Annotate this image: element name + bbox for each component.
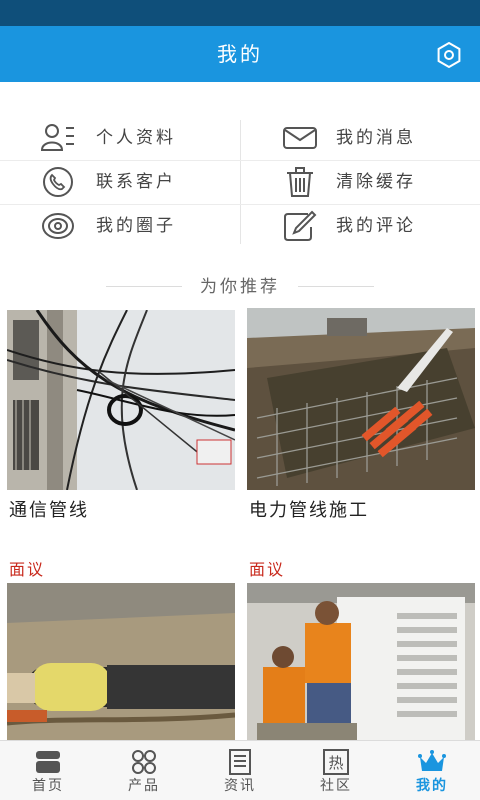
news-icon xyxy=(229,749,251,775)
product-card[interactable] xyxy=(7,583,235,740)
home-icon xyxy=(36,751,60,773)
menu-grid: 个人资料 我的消息 联系客户 清除缓存 我的圈子 我的评论 xyxy=(0,116,480,248)
product-photo xyxy=(7,583,235,740)
product-photo xyxy=(247,583,475,740)
recommend-title: 为你推荐 xyxy=(200,277,280,297)
product-price: 面议 xyxy=(9,560,46,579)
product-icon xyxy=(132,750,156,774)
tab-products[interactable]: 产品 xyxy=(96,741,192,800)
product-photo xyxy=(7,310,235,490)
tab-mine[interactable]: 我的 xyxy=(384,741,480,800)
product-name: 电力管线施工 xyxy=(249,500,369,521)
trash-icon xyxy=(287,167,313,197)
crown-icon xyxy=(418,750,446,771)
product-price: 面议 xyxy=(249,560,286,579)
tab-label: 资讯 xyxy=(224,778,256,794)
menu-item-label: 我的评论 xyxy=(336,216,416,236)
menu-item-label: 我的消息 xyxy=(336,128,416,148)
tab-community[interactable]: 热 社区 xyxy=(288,741,384,800)
settings-icon[interactable] xyxy=(436,42,462,68)
product-name: 通信管线 xyxy=(9,500,89,521)
recommend-heading: 为你推荐 xyxy=(0,272,480,302)
menu-item-clear-cache[interactable]: 清除缓存 xyxy=(240,160,480,204)
tab-label: 我的 xyxy=(416,778,448,794)
page-title: 我的 xyxy=(217,42,263,66)
tab-label: 社区 xyxy=(320,778,352,794)
profile-icon xyxy=(40,124,74,151)
menu-item-label: 我的圈子 xyxy=(96,216,176,236)
menu-item-label: 个人资料 xyxy=(96,128,176,148)
bottom-tab-bar: 首页 产品 资讯 热 社区 我的 xyxy=(0,740,480,800)
menu-item-profile[interactable]: 个人资料 xyxy=(0,116,240,160)
menu-item-my-comments[interactable]: 我的评论 xyxy=(240,204,480,248)
circle-icon xyxy=(42,213,74,239)
menu-item-label: 清除缓存 xyxy=(336,172,416,192)
title-bar: 我的 xyxy=(0,26,480,82)
divider-line xyxy=(298,286,374,287)
product-card[interactable] xyxy=(247,583,475,740)
status-bar xyxy=(0,0,480,26)
product-photo xyxy=(247,308,475,490)
product-card[interactable]: 通信管线 面议 xyxy=(7,310,235,579)
svg-text:热: 热 xyxy=(328,754,343,772)
tab-home[interactable]: 首页 xyxy=(0,741,96,800)
tab-news[interactable]: 资讯 xyxy=(192,741,288,800)
tab-label: 首页 xyxy=(32,778,64,794)
phone-icon xyxy=(43,167,73,197)
envelope-icon xyxy=(283,127,317,149)
menu-item-messages[interactable]: 我的消息 xyxy=(240,116,480,160)
tab-label: 产品 xyxy=(128,778,160,794)
menu-item-label: 联系客户 xyxy=(96,172,176,192)
community-icon: 热 xyxy=(323,749,349,775)
menu-item-contact-service[interactable]: 联系客户 xyxy=(0,160,240,204)
menu-item-my-circle[interactable]: 我的圈子 xyxy=(0,204,240,248)
edit-icon xyxy=(284,210,317,241)
product-card[interactable]: 电力管线施工 面议 xyxy=(247,308,475,579)
